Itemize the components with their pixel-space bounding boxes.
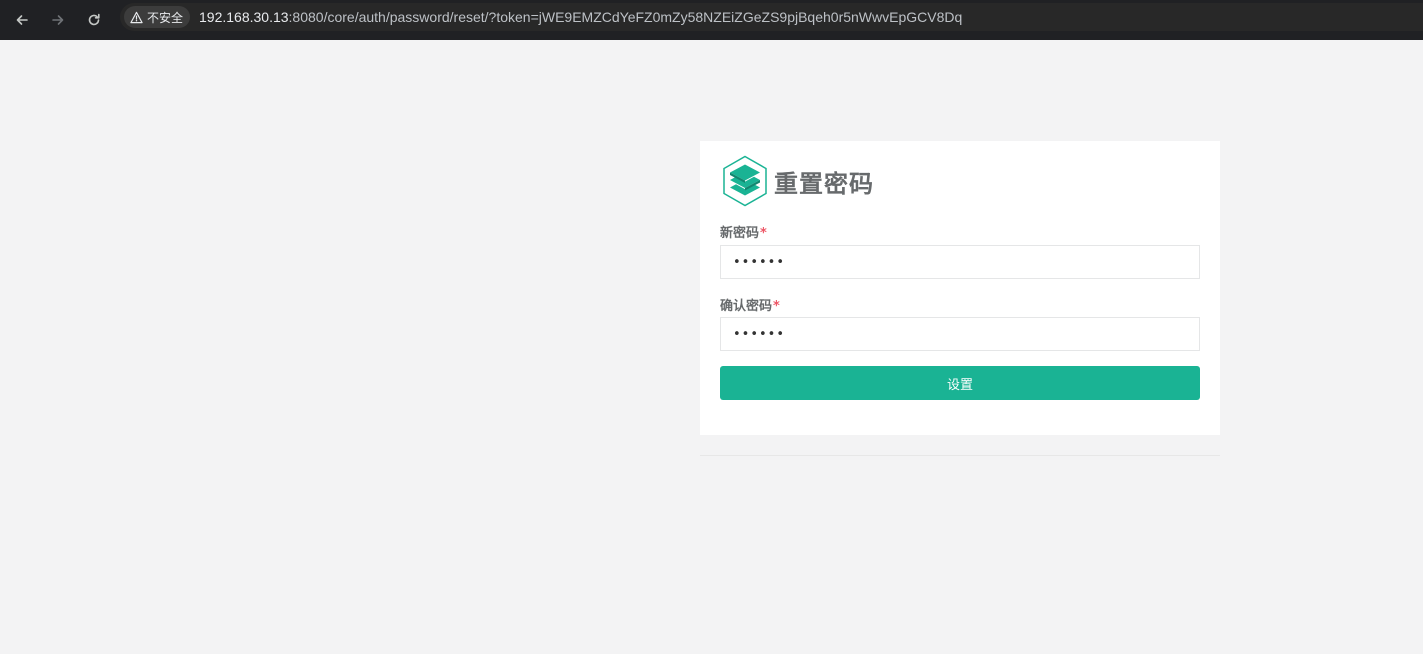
- arrow-left-icon: [16, 15, 28, 25]
- security-label: 不安全: [147, 10, 184, 25]
- confirm-password-label: 确认密码*: [720, 295, 780, 314]
- forward-button[interactable]: [46, 8, 70, 32]
- security-chip[interactable]: 不安全: [124, 6, 191, 28]
- url-path: :8080/core/auth/password/reset/?token=jW…: [288, 9, 963, 25]
- browser-toolbar: 不安全 192.168.30.13:8080/core/auth/passwor…: [0, 0, 1423, 40]
- arrow-right-icon: [52, 15, 64, 25]
- confirm-password-value: ••••••: [733, 326, 786, 342]
- new-password-input[interactable]: ••••••: [720, 245, 1200, 279]
- reload-button[interactable]: [82, 8, 106, 32]
- confirm-password-label-text: 确认密码: [720, 299, 773, 314]
- url-host: 192.168.30.13: [199, 9, 289, 25]
- new-password-label-text: 新密码: [720, 226, 760, 241]
- url-text[interactable]: 192.168.30.13:8080/core/auth/password/re…: [199, 9, 962, 25]
- page-title: 重置密码: [774, 169, 874, 198]
- new-password-label: 新密码*: [720, 222, 767, 241]
- reset-password-card: 重置密码 新密码* •••••• 确认密码* •••••• 设置: [700, 141, 1220, 435]
- warning-icon: [130, 11, 143, 23]
- back-button[interactable]: [10, 8, 34, 32]
- new-password-value: ••••••: [733, 254, 786, 270]
- confirm-password-input[interactable]: ••••••: [720, 317, 1200, 351]
- logo-icon: [723, 155, 767, 207]
- submit-button[interactable]: 设置: [720, 366, 1200, 400]
- reload-icon: [88, 13, 100, 26]
- brand: 重置密码: [722, 155, 874, 207]
- address-bar[interactable]: 不安全 192.168.30.13:8080/core/auth/passwor…: [120, 3, 1423, 31]
- required-mark: *: [773, 299, 780, 314]
- required-mark: *: [760, 226, 767, 241]
- divider: [700, 455, 1220, 456]
